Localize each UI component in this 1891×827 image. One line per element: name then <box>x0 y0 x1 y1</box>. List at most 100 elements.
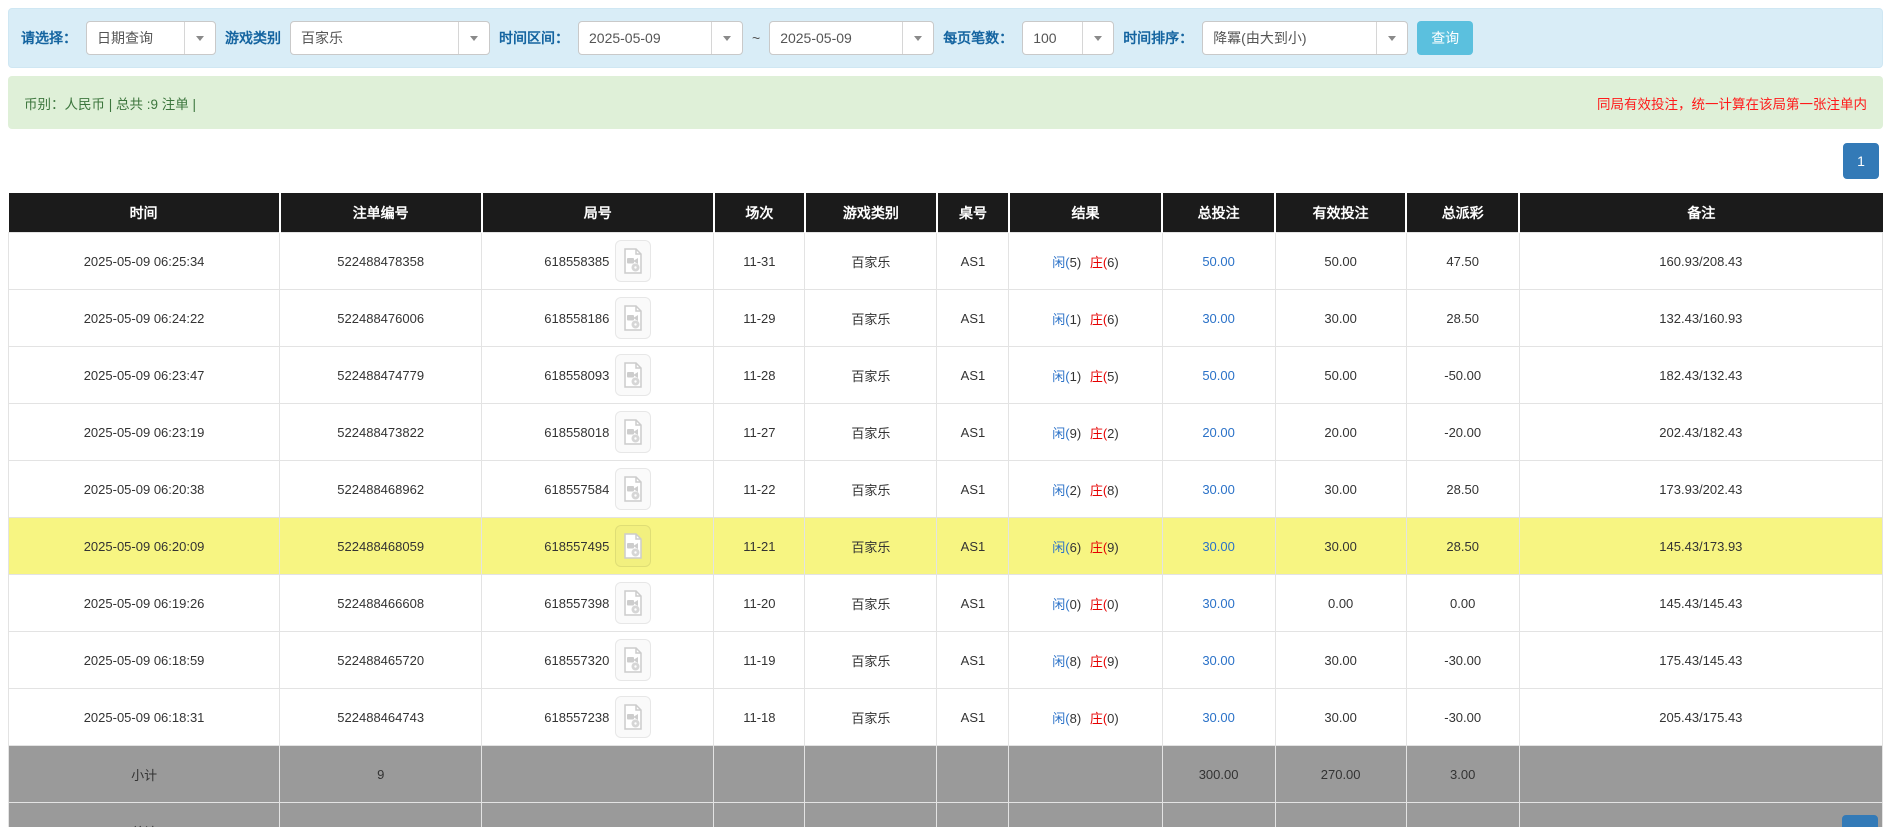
round-id: 618557398 <box>544 596 609 611</box>
pagination-page-1-bottom[interactable]: 1 <box>1842 815 1878 827</box>
replay-icon[interactable] <box>615 297 651 339</box>
table-footer: 小计 9 300.00 270.00 3.00 总计 9 300.00 270.… <box>9 746 1883 827</box>
total-bet-cell: 50.00 <box>1162 347 1275 404</box>
player-result: 闲(1) <box>1052 366 1081 385</box>
subtotal-count: 9 <box>280 746 482 803</box>
total-payout: 3.00 <box>1406 803 1519 827</box>
time-cell: 2025-05-09 06:24:22 <box>9 290 280 347</box>
player-result: 闲(9) <box>1052 423 1081 442</box>
note-cell: 175.43/145.43 <box>1519 632 1882 689</box>
chevron-down-icon[interactable] <box>711 22 742 54</box>
replay-icon[interactable] <box>615 468 651 510</box>
total-label: 总计 <box>9 803 280 827</box>
total-bet-cell: 50.00 <box>1162 233 1275 290</box>
player-result: 闲(0) <box>1052 594 1081 613</box>
chevron-down-icon[interactable] <box>902 22 933 54</box>
query-type-select[interactable]: 日期查询 <box>86 21 216 55</box>
result-cell: 闲(0) 庄(0) <box>1009 575 1162 632</box>
banker-result: 庄(5) <box>1090 366 1119 385</box>
valid-bet-cell: 30.00 <box>1275 290 1406 347</box>
pagination-page-1[interactable]: 1 <box>1843 143 1879 179</box>
chevron-down-icon[interactable] <box>458 22 489 54</box>
game-type-label: 游戏类别 <box>225 28 281 48</box>
round-cell: 618557320 <box>482 632 714 689</box>
bet-id-cell: 522488476006 <box>280 290 482 347</box>
total-bet-cell: 30.00 <box>1162 518 1275 575</box>
date-from-select[interactable]: 2025-05-09 <box>578 21 743 55</box>
page-size-select[interactable]: 100 <box>1022 21 1114 55</box>
header-result: 结果 <box>1009 193 1162 233</box>
subtotal-payout: 3.00 <box>1406 746 1519 803</box>
banker-result: 庄(9) <box>1090 651 1119 670</box>
note-cell: 160.93/208.43 <box>1519 233 1882 290</box>
banker-result: 庄(0) <box>1090 594 1119 613</box>
session-cell: 11-31 <box>714 233 805 290</box>
note-cell: 145.43/173.93 <box>1519 518 1882 575</box>
payout-cell: -30.00 <box>1406 689 1519 746</box>
total-bet-link[interactable]: 20.00 <box>1202 425 1235 440</box>
total-bet-link[interactable]: 50.00 <box>1202 368 1235 383</box>
date-to-value: 2025-05-09 <box>770 30 902 46</box>
chevron-down-icon[interactable] <box>1082 22 1113 54</box>
valid-bet-cell: 50.00 <box>1275 347 1406 404</box>
replay-icon[interactable] <box>615 696 651 738</box>
replay-icon[interactable] <box>615 240 651 282</box>
total-bet-link[interactable]: 30.00 <box>1202 710 1235 725</box>
total-bet-link[interactable]: 30.00 <box>1202 539 1235 554</box>
date-from-value: 2025-05-09 <box>579 30 711 46</box>
game-type-value: 百家乐 <box>291 28 458 48</box>
table-no-cell: AS1 <box>937 689 1009 746</box>
table-no-cell: AS1 <box>937 347 1009 404</box>
query-type-label: 请选择： <box>21 28 77 48</box>
payout-cell: -30.00 <box>1406 632 1519 689</box>
session-cell: 11-18 <box>714 689 805 746</box>
round-cell: 618558093 <box>482 347 714 404</box>
replay-icon[interactable] <box>615 525 651 567</box>
chevron-down-icon[interactable] <box>1376 22 1407 54</box>
summary-bar: 币别：人民币 | 总共 :9 注单 | 同局有效投注，统一计算在该局第一张注单内 <box>8 76 1883 129</box>
replay-icon[interactable] <box>615 582 651 624</box>
session-cell: 11-22 <box>714 461 805 518</box>
page-size-label: 每页笔数： <box>943 28 1013 48</box>
table-row: 2025-05-09 06:20:38 522488468962 6185575… <box>9 461 1883 518</box>
note-cell: 182.43/132.43 <box>1519 347 1882 404</box>
valid-bet-cell: 50.00 <box>1275 233 1406 290</box>
game-type-select[interactable]: 百家乐 <box>290 21 490 55</box>
total-bet-cell: 30.00 <box>1162 575 1275 632</box>
result-cell: 闲(1) 庄(5) <box>1009 347 1162 404</box>
valid-bet-cell: 30.00 <box>1275 632 1406 689</box>
search-button[interactable]: 查询 <box>1417 21 1473 55</box>
subtotal-label: 小计 <box>9 746 280 803</box>
subtotal-row: 小计 9 300.00 270.00 3.00 <box>9 746 1883 803</box>
header-game-type: 游戏类别 <box>805 193 937 233</box>
session-cell: 11-28 <box>714 347 805 404</box>
replay-icon[interactable] <box>615 639 651 681</box>
replay-icon[interactable] <box>615 354 651 396</box>
total-bet-link[interactable]: 30.00 <box>1202 653 1235 668</box>
total-bet-link[interactable]: 50.00 <box>1202 254 1235 269</box>
payout-cell: 28.50 <box>1406 518 1519 575</box>
valid-bet-cell: 0.00 <box>1275 575 1406 632</box>
total-bet-link[interactable]: 30.00 <box>1202 596 1235 611</box>
time-cell: 2025-05-09 06:23:47 <box>9 347 280 404</box>
player-result: 闲(5) <box>1052 252 1081 271</box>
total-bet-link[interactable]: 30.00 <box>1202 311 1235 326</box>
total-bet-link[interactable]: 30.00 <box>1202 482 1235 497</box>
time-cell: 2025-05-09 06:20:09 <box>9 518 280 575</box>
player-result: 闲(2) <box>1052 480 1081 499</box>
header-total-bet: 总投注 <box>1162 193 1275 233</box>
page-root: 请选择： 日期查询 游戏类别 百家乐 时间区间： 2025-05-09 ~ 20… <box>0 0 1891 827</box>
sort-select[interactable]: 降冪(由大到小) <box>1202 21 1408 55</box>
replay-icon[interactable] <box>615 411 651 453</box>
game-type-cell: 百家乐 <box>805 632 937 689</box>
banker-result: 庄(9) <box>1090 537 1119 556</box>
payout-cell: 28.50 <box>1406 290 1519 347</box>
header-session: 场次 <box>714 193 805 233</box>
header-time: 时间 <box>9 193 280 233</box>
result-cell: 闲(2) 庄(8) <box>1009 461 1162 518</box>
chevron-down-icon[interactable] <box>184 22 215 54</box>
bet-id-cell: 522488464743 <box>280 689 482 746</box>
header-round-id: 局号 <box>482 193 714 233</box>
payout-cell: 47.50 <box>1406 233 1519 290</box>
date-to-select[interactable]: 2025-05-09 <box>769 21 934 55</box>
